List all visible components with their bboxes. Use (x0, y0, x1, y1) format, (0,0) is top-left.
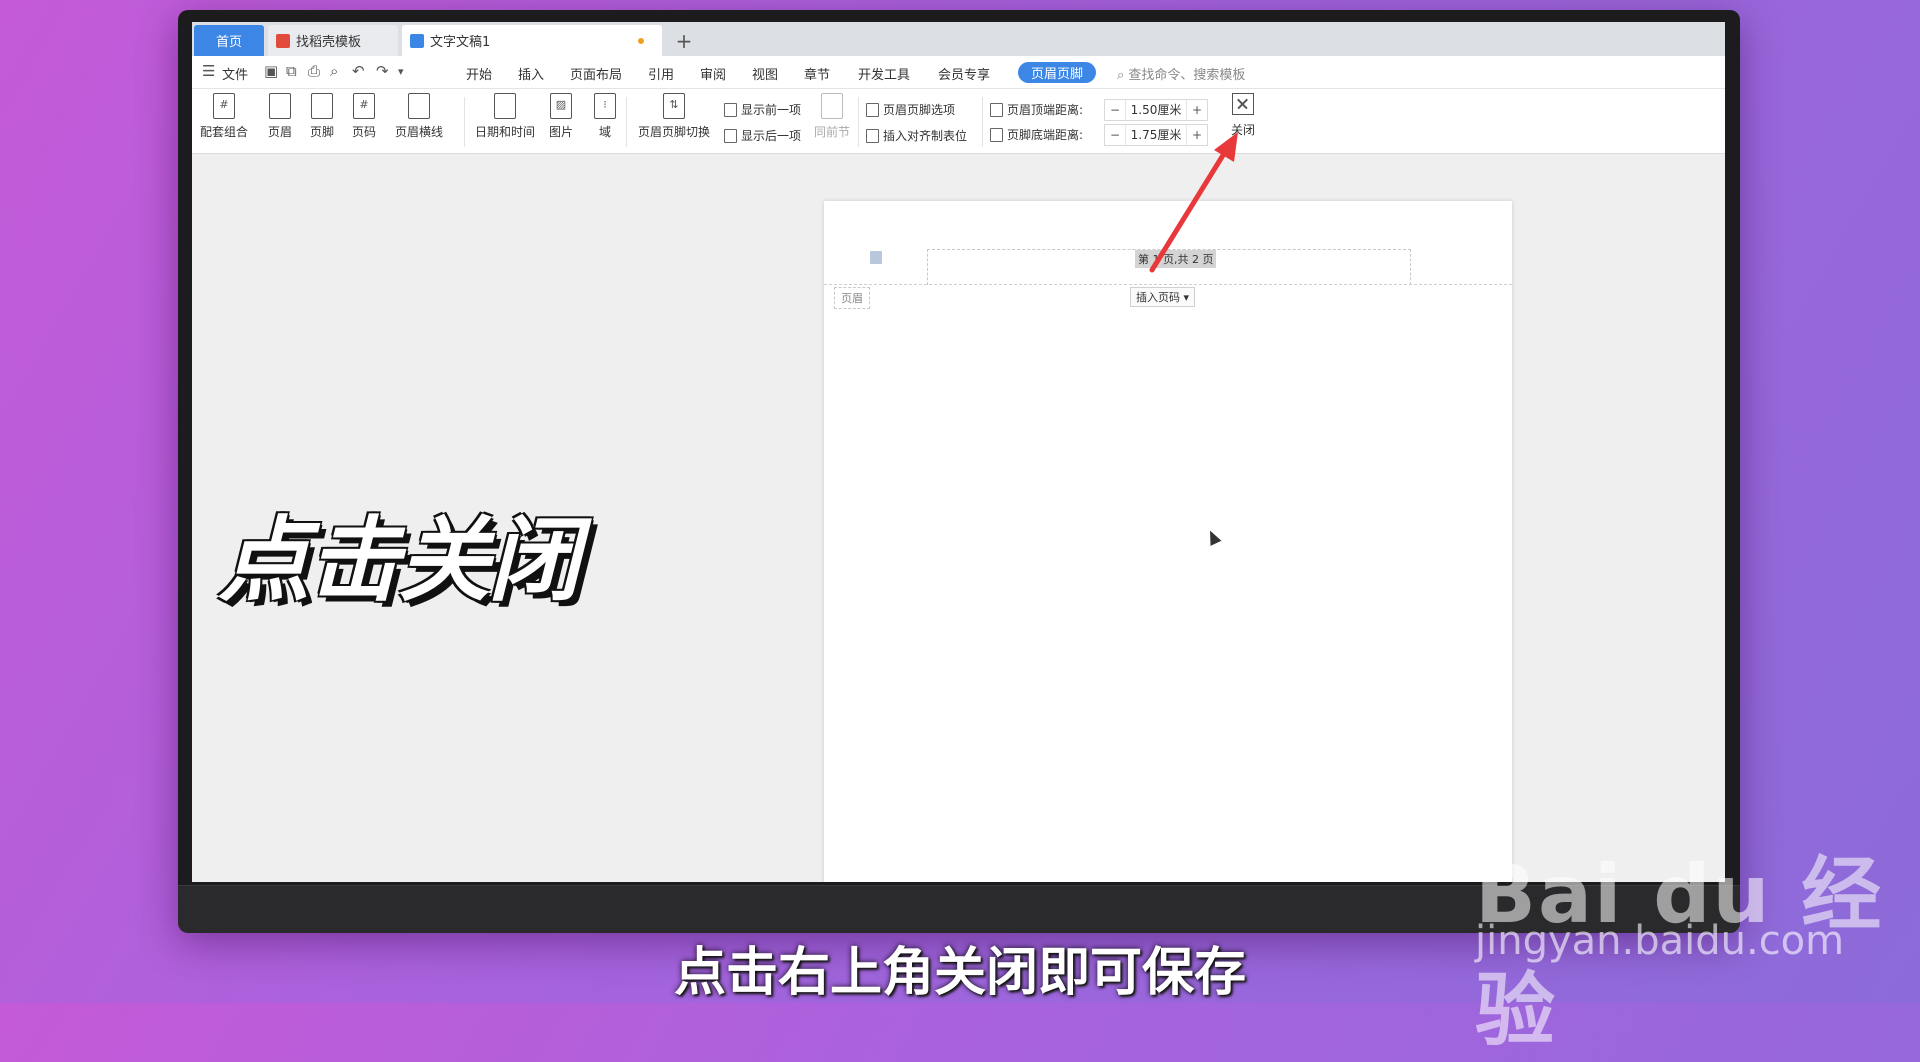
overlay-title: 点击关闭 (218, 507, 580, 614)
arrow-head (1214, 132, 1238, 162)
overlay-subtitle: 点击右上角关闭即可保存 (673, 943, 1246, 1003)
arrow-shaft (1149, 149, 1228, 273)
